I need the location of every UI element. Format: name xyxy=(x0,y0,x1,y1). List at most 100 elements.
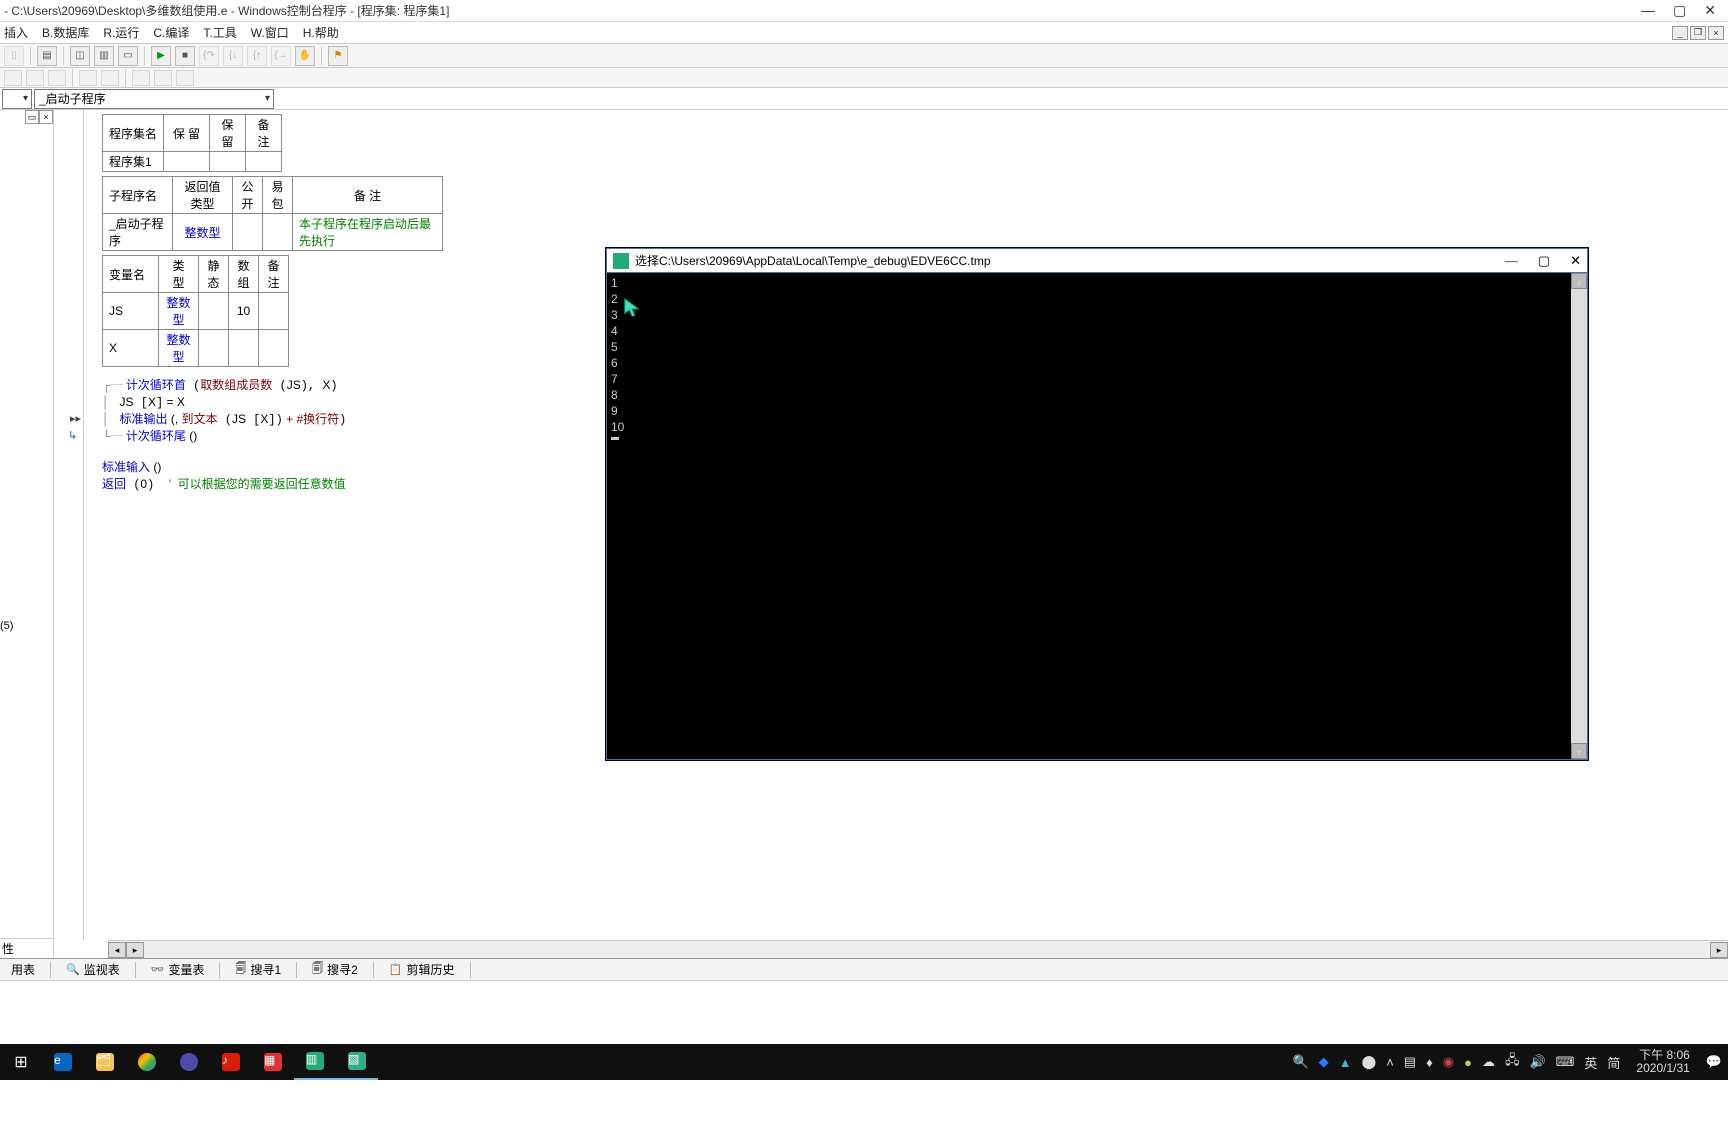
cell[interactable] xyxy=(164,152,210,172)
menu-insert[interactable]: 插入 xyxy=(4,24,28,41)
tray-icon[interactable]: ◆ xyxy=(1319,1054,1329,1070)
tray-network-icon[interactable]: 🖧 xyxy=(1505,1051,1520,1073)
scroll-right-button[interactable]: ▸ xyxy=(126,942,144,958)
scroll-right-end-button[interactable]: ▸ xyxy=(1710,942,1728,958)
tray-icon[interactable]: ▤ xyxy=(1404,1054,1416,1070)
tab-search2[interactable]: 🗐搜寻2 xyxy=(305,961,365,979)
task-app3[interactable]: ▥ xyxy=(294,1044,336,1080)
step-button[interactable]: {→ xyxy=(271,46,291,66)
step-over-button[interactable]: {↷ xyxy=(199,46,219,66)
cell[interactable]: 10 xyxy=(229,293,259,330)
mdi-restore-button[interactable]: ❐ xyxy=(1690,26,1706,40)
cell[interactable]: 程序集1 xyxy=(103,152,164,172)
scroll-left-button[interactable]: ◂ xyxy=(108,942,126,958)
cell[interactable] xyxy=(229,330,259,367)
panel-close-button[interactable]: × xyxy=(39,110,53,124)
tray-notifications-icon[interactable]: 💬 xyxy=(1706,1054,1722,1070)
task-chrome[interactable] xyxy=(126,1044,168,1080)
task-edge[interactable]: e xyxy=(42,1044,84,1080)
console-maximize-button[interactable]: ▢ xyxy=(1538,253,1550,269)
minimize-button[interactable]: — xyxy=(1641,2,1655,19)
tray-onedrive-icon[interactable]: ☁ xyxy=(1482,1054,1495,1070)
cell[interactable] xyxy=(199,330,229,367)
scroll-down-button[interactable]: ▾ xyxy=(1571,743,1587,759)
tray-ime-lang[interactable]: 英 xyxy=(1584,1053,1597,1072)
menu-database[interactable]: B.数据库 xyxy=(42,24,89,41)
close-button[interactable]: ✕ xyxy=(1704,2,1716,19)
taskbar[interactable]: ⊞ e 🗂 ♪ ▦ ▥ ▧ 🔍 ◆ ▲ ⬤ ˄ ▤ ♦ ◉ ● ☁ 🖧 🔊 ⌨ … xyxy=(0,1044,1728,1080)
stop-button[interactable]: ■ xyxy=(175,46,195,66)
cell[interactable]: JS xyxy=(103,293,159,330)
console-titlebar[interactable]: 选择C:\Users\20969\AppData\Local\Temp\e_de… xyxy=(607,249,1587,273)
task-app1[interactable] xyxy=(168,1044,210,1080)
maximize-button[interactable]: ▢ xyxy=(1673,2,1686,19)
code-line[interactable]: 返回 (0) ' 可以根据您的需要返回任意数值 xyxy=(102,476,443,493)
mdi-minimize-button[interactable]: _ xyxy=(1672,26,1688,40)
assembly-table[interactable]: 程序集名 保 留 保 留 备 注 程序集1 xyxy=(102,114,282,172)
code-line[interactable]: ↳└┈ 计次循环尾 () xyxy=(102,428,443,445)
panel-pin-button[interactable]: ▭ xyxy=(25,110,39,124)
edit-btn[interactable] xyxy=(79,70,97,86)
code-line[interactable]: ▸▸│ 标准输出 (, 到文本 (JS [X]) + #换行符) xyxy=(102,411,443,428)
code-line[interactable]: │ JS [X] = X xyxy=(102,394,443,411)
tab-usage[interactable]: 用表 xyxy=(4,961,42,979)
tab-search1[interactable]: 🗐搜寻1 xyxy=(228,961,288,979)
horizontal-scrollbar[interactable]: ◂ ▸ ▸ xyxy=(108,940,1728,958)
breakpoint-marker[interactable]: ▸▸ xyxy=(70,411,81,427)
subroutine-table[interactable]: 子程序名 返回值类型 公开 易包 备 注 _启动子程序 整数型 本子程序在程序启… xyxy=(102,176,443,251)
edit-btn[interactable] xyxy=(4,70,22,86)
tab-variables[interactable]: 👓变量表 xyxy=(144,961,212,979)
cell[interactable]: X xyxy=(103,330,159,367)
toolbar-btn[interactable]: ⚑ xyxy=(328,46,348,66)
cell[interactable] xyxy=(259,293,289,330)
tray-ime-icon[interactable]: ⌨ xyxy=(1556,1054,1575,1070)
menu-compile[interactable]: C.编译 xyxy=(153,24,189,41)
step-into-button[interactable]: {↓ xyxy=(223,46,243,66)
toolbar-btn[interactable]: ▤ xyxy=(37,46,57,66)
toolbar-btn[interactable]: ▭ xyxy=(118,46,138,66)
scope-combo[interactable] xyxy=(2,89,32,109)
step-out-button[interactable]: {↑ xyxy=(247,46,267,66)
edit-btn[interactable] xyxy=(48,70,66,86)
tray-search-icon[interactable]: 🔍 xyxy=(1293,1054,1309,1070)
code-line[interactable]: 标准输入 () xyxy=(102,459,443,476)
task-netease[interactable]: ♪ xyxy=(210,1044,252,1080)
code-line[interactable]: ┌┈ 计次循环首 (取数组成员数 (JS), X) xyxy=(102,377,443,394)
edit-btn[interactable] xyxy=(176,70,194,86)
toolbar-btn[interactable]: ▯ xyxy=(4,46,24,66)
console-minimize-button[interactable]: — xyxy=(1505,253,1518,269)
console-output[interactable]: 1 2 3 4 5 6 7 8 9 10 ▴ ▾ xyxy=(607,273,1587,759)
edit-btn[interactable] xyxy=(101,70,119,86)
scroll-up-button[interactable]: ▴ xyxy=(1571,273,1587,289)
cell[interactable] xyxy=(210,152,246,172)
tab-clipboard[interactable]: 📋剪辑历史 xyxy=(382,961,462,979)
cell[interactable] xyxy=(199,293,229,330)
cell[interactable] xyxy=(263,214,293,251)
menu-tools[interactable]: T.工具 xyxy=(203,24,236,41)
breakpoint-button[interactable]: ✋ xyxy=(295,46,315,66)
task-ide[interactable]: ▧ xyxy=(336,1044,378,1080)
tray-icon[interactable]: ● xyxy=(1464,1055,1472,1070)
menu-help[interactable]: H.帮助 xyxy=(303,24,339,41)
cell[interactable]: 整数型 xyxy=(173,214,233,251)
edit-btn[interactable] xyxy=(132,70,150,86)
tray-chevron-up-icon[interactable]: ˄ xyxy=(1386,1055,1394,1070)
cell[interactable] xyxy=(233,214,263,251)
mdi-close-button[interactable]: × xyxy=(1708,26,1724,40)
toolbar-btn[interactable]: ◫ xyxy=(70,46,90,66)
start-button[interactable]: ⊞ xyxy=(0,1044,42,1080)
task-app2[interactable]: ▦ xyxy=(252,1044,294,1080)
tray-volume-icon[interactable]: 🔊 xyxy=(1529,1054,1545,1070)
task-explorer[interactable]: 🗂 xyxy=(84,1044,126,1080)
menu-run[interactable]: R.运行 xyxy=(103,24,139,41)
edit-btn[interactable] xyxy=(154,70,172,86)
cell[interactable] xyxy=(259,330,289,367)
console-window[interactable]: 选择C:\Users\20969\AppData\Local\Temp\e_de… xyxy=(606,248,1588,760)
variables-table[interactable]: 变量名 类 型 静态 数组 备 注 JS 整数型 10 X 整数型 xyxy=(102,255,289,367)
tray-icon[interactable]: ◉ xyxy=(1443,1054,1454,1070)
tray-ime-mode[interactable]: 简 xyxy=(1607,1053,1620,1072)
tray-icon[interactable]: ▲ xyxy=(1339,1055,1352,1070)
cell[interactable]: 整数型 xyxy=(159,293,199,330)
subroutine-combo[interactable]: _启动子程序 xyxy=(34,89,274,109)
tab-watch[interactable]: 🔍监视表 xyxy=(59,961,127,979)
